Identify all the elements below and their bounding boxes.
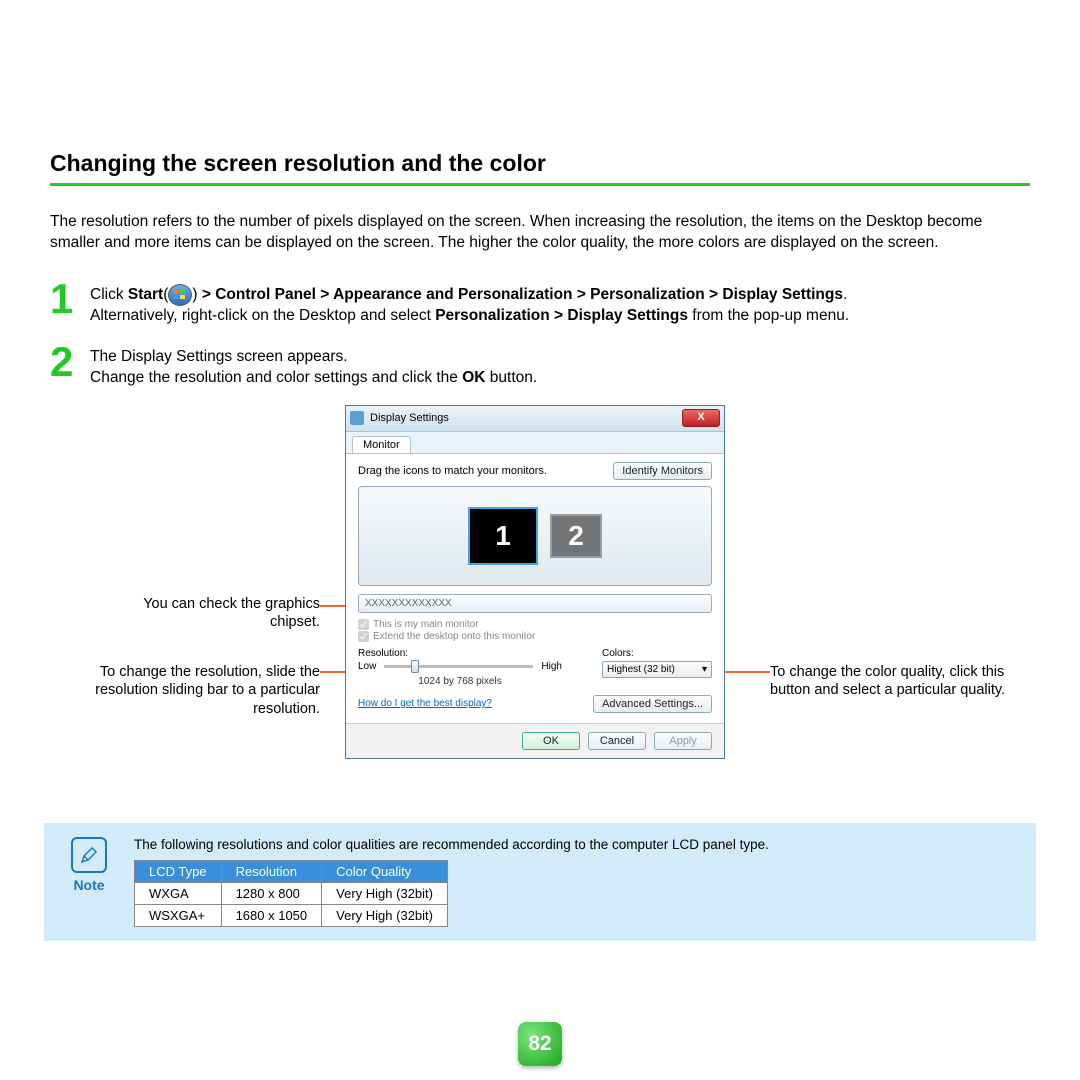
table-cell: WXGA — [135, 882, 222, 904]
pencil-icon — [71, 837, 107, 873]
colors-label: Colors: — [602, 648, 712, 659]
apply-button[interactable]: Apply — [654, 732, 712, 750]
dialog-titlebar[interactable]: Display Settings X — [346, 406, 724, 432]
ok-button[interactable]: OK — [522, 732, 580, 750]
text: This is my main monitor — [373, 619, 479, 630]
chipset-dropdown[interactable]: XXXXXXXXXXXXX — [358, 594, 712, 613]
text: High — [541, 661, 562, 672]
callout-resolution: To change the resolution, slide the reso… — [70, 663, 320, 720]
text: Extend the desktop onto this monitor — [373, 631, 535, 642]
step-2: 2 The Display Settings screen appears. C… — [50, 343, 1030, 389]
text: OK — [462, 369, 485, 386]
advanced-settings-button[interactable]: Advanced Settings... — [593, 695, 712, 713]
monitor-2[interactable]: 2 — [550, 514, 602, 558]
callout-chipset: You can check the graphics chipset. — [90, 595, 320, 633]
text: . — [843, 286, 847, 303]
resolution-slider[interactable]: Low High — [358, 661, 562, 672]
dialog-title: Display Settings — [370, 412, 449, 424]
step-number: 1 — [50, 280, 78, 327]
dialog-footer: OK Cancel Apply — [346, 723, 724, 758]
table-header: LCD Type — [135, 860, 222, 882]
step-body: Click Start() > Control Panel > Appearan… — [90, 280, 849, 327]
help-link[interactable]: How do I get the best display? — [358, 698, 492, 709]
colors-dropdown[interactable]: Highest (32 bit) ▾ — [602, 661, 712, 678]
table-header: Resolution — [221, 860, 322, 882]
note-box: Note The following resolutions and color… — [44, 823, 1036, 941]
table-cell: WSXGA+ — [135, 904, 222, 926]
windows-start-icon — [168, 284, 192, 306]
text: Click — [90, 286, 128, 303]
note-label: Note — [64, 877, 114, 893]
figure: You can check the graphics chipset. To c… — [50, 405, 1030, 805]
text: Highest (32 bit) — [607, 664, 675, 675]
text: Low — [358, 661, 376, 672]
table-cell: Very High (32bit) — [322, 882, 448, 904]
table-header: Color Quality — [322, 860, 448, 882]
main-monitor-checkbox[interactable]: This is my main monitor — [358, 619, 712, 630]
table-row: WXGA 1280 x 800 Very High (32bit) — [135, 882, 448, 904]
step-number: 2 — [50, 343, 78, 389]
step-1: 1 Click Start() > Control Panel > Appear… — [50, 280, 1030, 327]
drag-label: Drag the icons to match your monitors. — [358, 465, 547, 477]
monitor-1[interactable]: 1 — [468, 507, 538, 565]
text: Alternatively, right-click on the Deskto… — [90, 307, 435, 324]
text: ) — [192, 286, 201, 303]
text: Change the resolution and color settings… — [90, 369, 462, 386]
dialog-icon — [350, 411, 364, 425]
text: Personalization > Display Settings — [435, 307, 688, 324]
table-cell: 1280 x 800 — [221, 882, 322, 904]
text: > Control Panel > Appearance and Persona… — [202, 286, 843, 303]
table-cell: Very High (32bit) — [322, 904, 448, 926]
text: from the pop-up menu. — [688, 307, 849, 324]
note-text: The following resolutions and color qual… — [134, 837, 1016, 852]
resolution-label: Resolution: — [358, 648, 562, 659]
dialog-tabs: Monitor — [346, 432, 724, 453]
intro-paragraph: The resolution refers to the number of p… — [50, 212, 1030, 254]
text: Start — [128, 286, 163, 303]
identify-monitors-button[interactable]: Identify Monitors — [613, 462, 712, 480]
monitor-preview[interactable]: 1 2 — [358, 486, 712, 586]
tab-monitor[interactable]: Monitor — [352, 436, 411, 453]
page-number-badge: 82 — [518, 1022, 562, 1066]
display-settings-dialog: Display Settings X Monitor Drag the icon… — [345, 405, 725, 759]
close-button[interactable]: X — [682, 409, 720, 427]
page-title: Changing the screen resolution and the c… — [50, 150, 1030, 186]
step-body: The Display Settings screen appears. Cha… — [90, 343, 537, 389]
chevron-down-icon: ▾ — [702, 664, 707, 675]
text: The Display Settings screen appears. — [90, 348, 348, 365]
extend-desktop-checkbox[interactable]: Extend the desktop onto this monitor — [358, 631, 712, 642]
callout-color: To change the color quality, click this … — [770, 663, 1030, 701]
table-row: WSXGA+ 1680 x 1050 Very High (32bit) — [135, 904, 448, 926]
text: button. — [485, 369, 537, 386]
cancel-button[interactable]: Cancel — [588, 732, 646, 750]
lcd-table: LCD Type Resolution Color Quality WXGA 1… — [134, 860, 448, 927]
resolution-value: 1024 by 768 pixels — [358, 676, 562, 687]
table-cell: 1680 x 1050 — [221, 904, 322, 926]
